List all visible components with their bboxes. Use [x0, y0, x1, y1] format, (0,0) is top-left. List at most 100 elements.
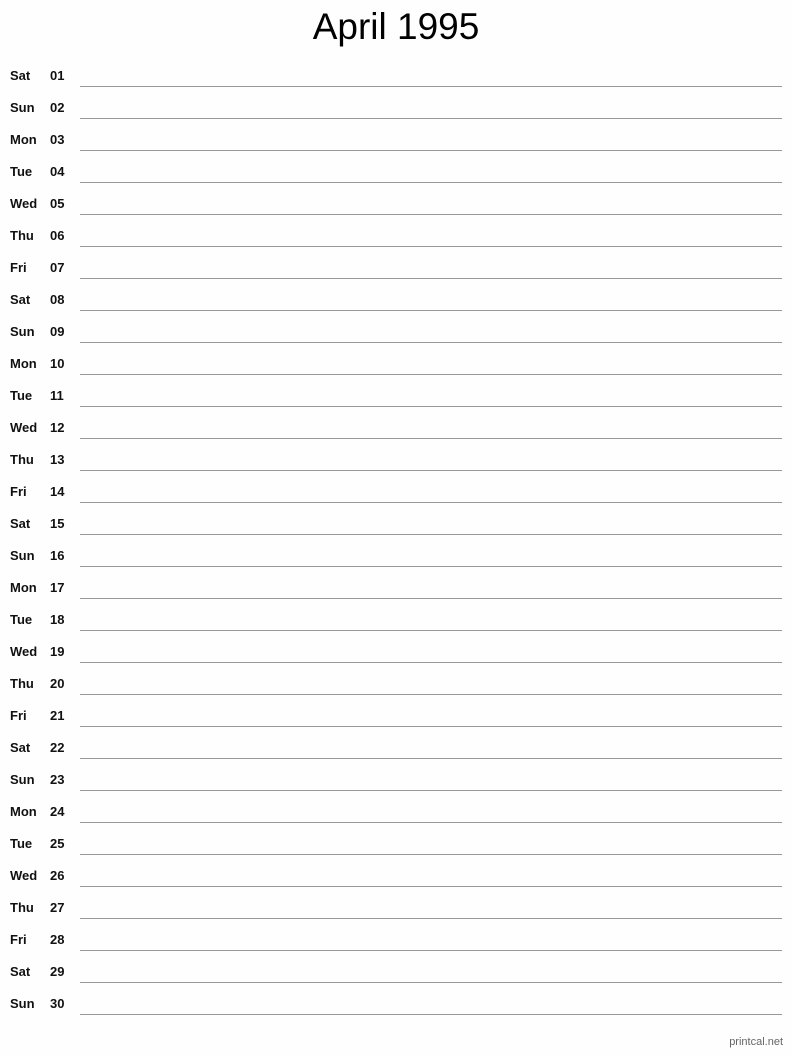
writing-line: [80, 694, 782, 695]
weekday-label: Sat: [10, 740, 31, 755]
weekday-label: Thu: [10, 900, 34, 915]
day-row: Sat 08: [0, 292, 792, 332]
day-row: Wed 05: [0, 196, 792, 236]
weekday-label: Mon: [10, 132, 37, 147]
date-number: 06: [50, 228, 65, 243]
day-row: Sat 22: [0, 740, 792, 780]
weekday-label: Fri: [10, 708, 27, 723]
weekday-label: Mon: [10, 356, 37, 371]
date-number: 04: [50, 164, 65, 179]
date-number: 29: [50, 964, 65, 979]
weekday-label: Sun: [10, 100, 35, 115]
weekday-label: Sat: [10, 68, 31, 83]
weekday-label: Fri: [10, 932, 27, 947]
date-number: 25: [50, 836, 65, 851]
weekday-label: Fri: [10, 260, 27, 275]
date-number: 07: [50, 260, 65, 275]
writing-line: [80, 406, 782, 407]
writing-line: [80, 630, 782, 631]
weekday-label: Sun: [10, 772, 35, 787]
day-row: Fri 28: [0, 932, 792, 972]
weekday-label: Wed: [10, 644, 38, 659]
writing-line: [80, 854, 782, 855]
weekday-label: Sun: [10, 996, 35, 1011]
weekday-label: Wed: [10, 196, 38, 211]
day-row: Tue 11: [0, 388, 792, 428]
writing-line: [80, 86, 782, 87]
weekday-label: Mon: [10, 804, 37, 819]
day-row: Sun 16: [0, 548, 792, 588]
day-row: Mon 03: [0, 132, 792, 172]
day-row: Sat 29: [0, 964, 792, 1004]
date-number: 13: [50, 452, 65, 467]
weekday-label: Tue: [10, 164, 33, 179]
writing-line: [80, 566, 782, 567]
writing-line: [80, 918, 782, 919]
date-number: 26: [50, 868, 65, 883]
footer-credit: printcal.net: [729, 1036, 783, 1048]
writing-line: [80, 534, 782, 535]
date-number: 05: [50, 196, 65, 211]
day-row: Sun 09: [0, 324, 792, 364]
writing-line: [80, 758, 782, 759]
date-number: 09: [50, 324, 65, 339]
day-row: Mon 10: [0, 356, 792, 396]
day-row: Thu 20: [0, 676, 792, 716]
weekday-label: Thu: [10, 228, 34, 243]
weekday-label: Sun: [10, 324, 35, 339]
writing-line: [80, 1014, 782, 1015]
weekday-label: Sat: [10, 292, 31, 307]
writing-line: [80, 598, 782, 599]
date-number: 12: [50, 420, 65, 435]
date-number: 08: [50, 292, 65, 307]
weekday-label: Thu: [10, 676, 34, 691]
writing-line: [80, 342, 782, 343]
day-row: Tue 25: [0, 836, 792, 876]
date-number: 01: [50, 68, 65, 83]
writing-line: [80, 950, 782, 951]
day-row: Sun 23: [0, 772, 792, 812]
date-number: 10: [50, 356, 65, 371]
day-row: Wed 26: [0, 868, 792, 908]
day-row: Sun 02: [0, 100, 792, 140]
weekday-label: Wed: [10, 420, 38, 435]
weekday-label: Tue: [10, 836, 33, 851]
date-number: 19: [50, 644, 65, 659]
day-row: Mon 17: [0, 580, 792, 620]
date-number: 23: [50, 772, 65, 787]
writing-line: [80, 822, 782, 823]
writing-line: [80, 278, 782, 279]
writing-line: [80, 662, 782, 663]
writing-line: [80, 310, 782, 311]
page-title: April 1995: [312, 6, 480, 47]
weekday-label: Tue: [10, 612, 33, 627]
writing-line: [80, 214, 782, 215]
day-row: Thu 27: [0, 900, 792, 940]
weekday-label: Mon: [10, 580, 37, 595]
writing-line: [80, 150, 782, 151]
date-number: 30: [50, 996, 65, 1011]
day-row: Fri 14: [0, 484, 792, 524]
weekday-label: Tue: [10, 388, 33, 403]
writing-line: [80, 182, 782, 183]
day-row: Fri 07: [0, 260, 792, 300]
date-number: 27: [50, 900, 65, 915]
writing-line: [80, 790, 782, 791]
date-number: 02: [50, 100, 65, 115]
day-row: Sun 30: [0, 996, 792, 1036]
weekday-label: Wed: [10, 868, 38, 883]
writing-line: [80, 438, 782, 439]
date-number: 16: [50, 548, 65, 563]
weekday-label: Fri: [10, 484, 27, 499]
day-row: Tue 18: [0, 612, 792, 652]
day-row: Sat 01: [0, 68, 792, 108]
writing-line: [80, 470, 782, 471]
day-row: Wed 12: [0, 420, 792, 460]
writing-line: [80, 982, 782, 983]
weekday-label: Sun: [10, 548, 35, 563]
writing-line: [80, 726, 782, 727]
day-row: Sat 15: [0, 516, 792, 556]
date-number: 14: [50, 484, 65, 499]
day-row: Fri 21: [0, 708, 792, 748]
date-number: 18: [50, 612, 65, 627]
